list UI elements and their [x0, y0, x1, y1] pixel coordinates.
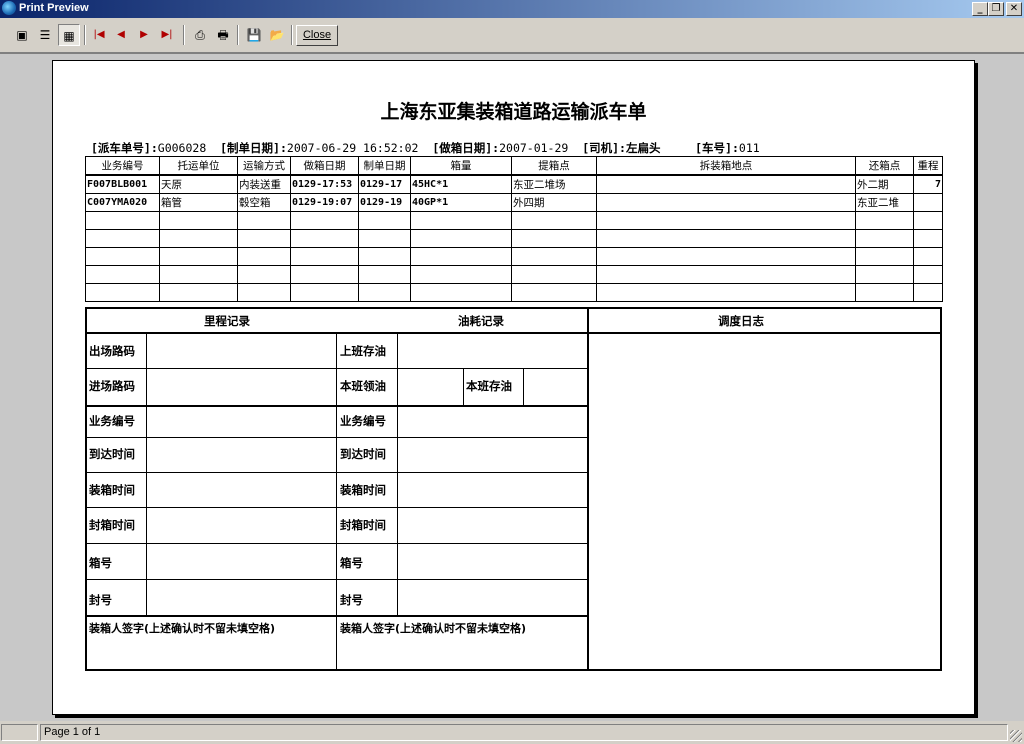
driver-label: [司机]:: [582, 141, 626, 155]
fuel-records-label: 油耗记录: [458, 314, 504, 328]
truck-no: 011: [738, 141, 760, 155]
container-no-label-2: 箱号: [340, 556, 363, 570]
business-no-label: 业务编号: [89, 414, 135, 428]
issue-date-label: [制单日期]:: [220, 141, 287, 155]
table-cell: [913, 193, 943, 212]
column-header: 拆装箱地点: [596, 156, 856, 176]
entry-route-label: 进场路码: [89, 379, 135, 393]
table-cell: [596, 174, 856, 194]
open-icon[interactable]: 📂: [266, 24, 288, 46]
close-window-button[interactable]: ✕: [1006, 2, 1022, 16]
table-cell: 40GP*1: [410, 193, 512, 212]
table-cell: 45HC*1: [410, 174, 512, 194]
table-cell: 内装送重: [237, 174, 291, 194]
table-row: C007YMA020 箱管 毂空箱 0129-19:07 0129-19 40G…: [85, 193, 943, 212]
title-bar: Print Preview _ ❐ ✕: [0, 0, 1024, 18]
arrival-time-label-2: 到达时间: [340, 447, 386, 461]
table-row: [85, 211, 943, 230]
table-cell: 7: [913, 174, 943, 194]
signature-label: 装箱人签字(上述确认时不留未填空格): [89, 622, 276, 635]
exit-route-label: 出场路码: [89, 344, 135, 358]
table-cell: 东亚二堆: [855, 193, 914, 212]
table-cell: 天原: [159, 174, 238, 194]
dispatch-no-label: [派车单号]:: [91, 141, 158, 155]
dispatch-no: G006028: [157, 141, 207, 155]
single-page-icon[interactable]: ▣: [11, 24, 33, 46]
column-header: 还箱点: [855, 156, 914, 176]
last-page-icon[interactable]: ▶|: [156, 24, 178, 46]
print-icon[interactable]: 🖶: [212, 24, 234, 46]
dispatch-log-label: 调度日志: [718, 314, 764, 328]
app-icon: [2, 1, 16, 15]
column-header: 做箱日期: [290, 156, 359, 176]
column-header: 运输方式: [237, 156, 291, 176]
dispatch-table: 业务编号 托运单位 运输方式 做箱日期 制单日期 箱量 提箱点 拆装箱地点 还箱…: [85, 156, 943, 302]
column-header: 提箱点: [511, 156, 597, 176]
table-cell: 0129-17: [358, 174, 411, 194]
table-row: [85, 247, 943, 266]
column-header: 业务编号: [85, 156, 160, 176]
column-header: 重程: [913, 156, 943, 176]
status-bar: Page 1 of 1: [0, 722, 1024, 744]
toolbar: ▣ ☰ ▦ |◀ ◀ ▶ ▶| ⎙ 🖶 💾 📂 Close: [0, 18, 1024, 53]
table-cell: 外二期: [855, 174, 914, 194]
table-row: [85, 283, 943, 302]
records-section: 里程记录 油耗记录 调度日志 出场路码 上班存油 进场路码 本班领油 本班存油 …: [85, 307, 942, 671]
minimize-button[interactable]: _: [972, 2, 988, 16]
save-icon[interactable]: 💾: [243, 24, 265, 46]
table-cell: 0129-17:53: [290, 174, 359, 194]
table-cell: 毂空箱: [237, 193, 291, 212]
loading-time-label: 装箱时间: [89, 483, 135, 497]
column-header: 托运单位: [159, 156, 238, 176]
page-width-icon[interactable]: ☰: [34, 24, 56, 46]
box-date-label: [做箱日期]:: [432, 141, 500, 155]
print-setup-icon[interactable]: ⎙: [189, 24, 211, 46]
mileage-records-label: 里程记录: [204, 314, 250, 328]
document-header: [派车单号]:G006028 [制单日期]:2007-06-29 16:52:0…: [91, 140, 760, 156]
table-cell: 0129-19: [358, 193, 411, 212]
table-cell: 东亚二堆场: [511, 174, 597, 194]
table-cell: 箱管: [159, 193, 238, 212]
sealing-time-label-2: 封箱时间: [340, 518, 386, 532]
table-cell: F007BLB001: [85, 174, 160, 194]
sealing-time-label: 封箱时间: [89, 518, 135, 532]
next-page-icon[interactable]: ▶: [133, 24, 155, 46]
arrival-time-label: 到达时间: [89, 447, 135, 461]
page-indicator: Page 1 of 1: [40, 724, 1008, 741]
close-button[interactable]: Close: [296, 25, 338, 46]
truck-label: [车号]:: [695, 141, 739, 155]
whole-page-icon[interactable]: ▦: [58, 24, 80, 46]
box-date: 2007-01-29: [499, 141, 569, 155]
column-header: 箱量: [410, 156, 512, 176]
shift-fuel-left-label: 本班存油: [466, 379, 512, 393]
table-cell: 外四期: [511, 193, 597, 212]
seal-no-label: 封号: [89, 593, 112, 607]
document-title: 上海东亚集装箱道路运输派车单: [380, 101, 647, 123]
seal-no-label-2: 封号: [340, 593, 363, 607]
table-cell: [596, 193, 856, 212]
table-row: [85, 265, 943, 284]
table-header-row: 业务编号 托运单位 运输方式 做箱日期 制单日期 箱量 提箱点 拆装箱地点 还箱…: [85, 156, 943, 176]
first-page-icon[interactable]: |◀: [88, 24, 110, 46]
prev-page-icon[interactable]: ◀: [110, 24, 132, 46]
shift-start-fuel-label: 上班存油: [340, 344, 386, 358]
resize-grip-icon[interactable]: [1010, 730, 1022, 742]
signature-label-2: 装箱人签字(上述确认时不留未填空格): [340, 622, 527, 635]
business-no-label-2: 业务编号: [340, 414, 386, 428]
loading-time-label-2: 装箱时间: [340, 483, 386, 497]
restore-button[interactable]: ❐: [988, 2, 1004, 16]
issue-date: 2007-06-29 16:52:02: [286, 141, 419, 155]
table-row: F007BLB001 天原 内装送重 0129-17:53 0129-17 45…: [85, 174, 943, 194]
table-cell: 0129-19:07: [290, 193, 359, 212]
table-cell: C007YMA020: [85, 193, 160, 212]
driver-name: 左扁头: [625, 141, 661, 155]
table-row: [85, 229, 943, 248]
column-header: 制单日期: [358, 156, 411, 176]
container-no-label: 箱号: [89, 556, 112, 570]
print-page: 上海东亚集装箱道路运输派车单 [派车单号]:G006028 [制单日期]:200…: [52, 60, 975, 715]
shift-fuel-received-label: 本班领油: [340, 379, 386, 393]
window-title: Print Preview: [19, 2, 89, 14]
